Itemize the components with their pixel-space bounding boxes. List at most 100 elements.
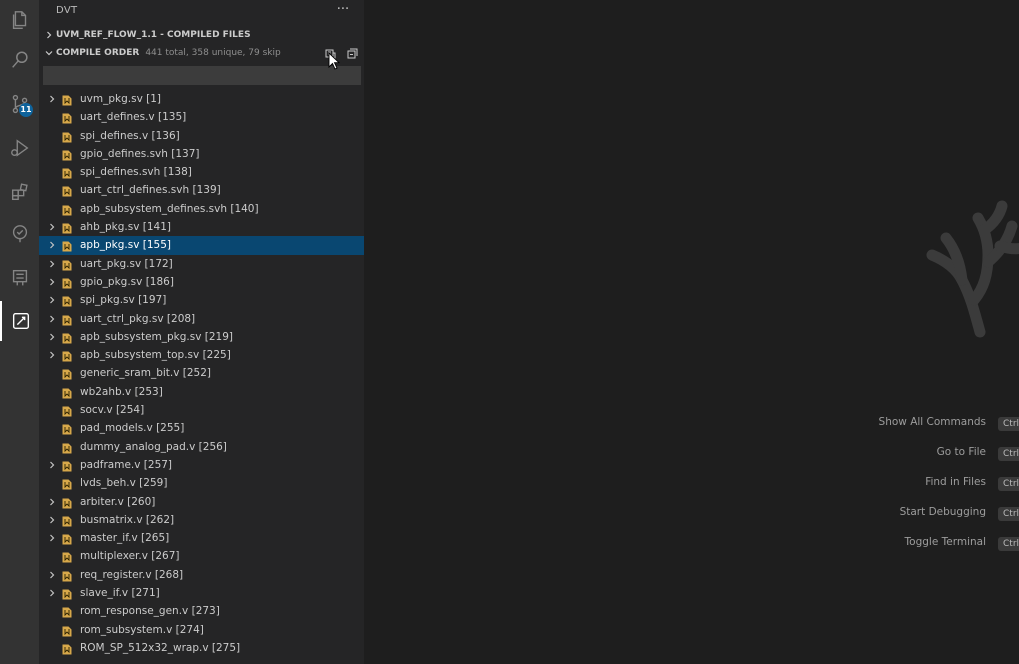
chevron-right-icon[interactable] (47, 584, 57, 602)
file-icon (62, 167, 72, 179)
tree-item[interactable]: generic_sram_bit.v [252] (39, 364, 364, 382)
tree-item[interactable]: gpio_defines.svh [137] (39, 145, 364, 163)
chevron-right-icon[interactable] (47, 255, 57, 273)
chevron-right-icon[interactable] (47, 90, 57, 108)
coral-watermark-icon (926, 200, 1019, 338)
tree-item-label: busmatrix.v [262] (80, 513, 175, 526)
shortcut-key: Ctrl (998, 417, 1019, 431)
tree-item[interactable]: padframe.v [257] (39, 456, 364, 474)
tree-item[interactable]: socv.v [254] (39, 401, 364, 419)
shortcut-label: Start Debugging (899, 506, 986, 518)
tree-item[interactable]: apb_pkg.sv [155] (39, 236, 364, 255)
tree-item-label: req_register.v [268] (80, 568, 184, 581)
tree-item[interactable]: req_register.v [268] (39, 566, 364, 584)
chevron-right-icon[interactable] (47, 236, 57, 254)
sidebar-title: DVT (56, 5, 78, 16)
tree-item[interactable]: pad_models.v [255] (39, 419, 364, 437)
tree-item[interactable]: spi_defines.svh [138] (39, 163, 364, 181)
tree-item[interactable]: uart_defines.v [135] (39, 108, 364, 126)
chevron-right-icon[interactable] (47, 511, 57, 529)
tree-item[interactable]: uart_ctrl_defines.svh [139] (39, 181, 364, 199)
tree-item[interactable]: slave_if.v [271] (39, 584, 364, 602)
tree-item-label: generic_sram_bit.v [252] (80, 367, 212, 380)
tree-item[interactable]: ahb_pkg.sv [141] (39, 218, 364, 236)
file-icon (62, 112, 72, 124)
file-icon (62, 551, 72, 563)
dvt-hierarchy-icon[interactable] (0, 258, 39, 298)
tree-item[interactable]: multiplexer.v [267] (39, 547, 364, 565)
tree-item[interactable]: uart_pkg.sv [172] (39, 255, 364, 273)
tree-item-label: uart_defines.v [135] (80, 111, 187, 124)
tree-item-label: dummy_analog_pad.v [256] (80, 440, 227, 453)
chevron-right-icon[interactable] (47, 566, 57, 584)
tree-item-label: wb2ahb.v [253] (80, 385, 163, 398)
tree-item-label: apb_subsystem_defines.svh [140] (80, 202, 259, 215)
filter-input[interactable] (43, 66, 361, 85)
chevron-right-icon[interactable] (47, 328, 57, 346)
tree-item[interactable]: busmatrix.v [262] (39, 511, 364, 529)
tree-item[interactable]: master_if.v [265] (39, 529, 364, 547)
file-icon (62, 643, 72, 655)
file-icon (62, 185, 72, 197)
tree-item[interactable]: apb_subsystem_pkg.sv [219] (39, 328, 364, 346)
shortcut-key: Ctrl (998, 477, 1019, 491)
compile-order-section-header[interactable]: COMPILE ORDER 441 total, 358 unique, 79 s… (39, 44, 364, 62)
file-icon (62, 259, 72, 271)
tree-item[interactable]: uvm_pkg.sv [1] (39, 90, 364, 108)
tree-item[interactable]: apb_subsystem_defines.svh [140] (39, 200, 364, 218)
chevron-right-icon[interactable] (47, 456, 57, 474)
run-debug-icon[interactable] (0, 128, 39, 168)
tree-item[interactable]: dummy_analog_pad.v [256] (39, 438, 364, 456)
tree-item-label: uvm_pkg.sv [1] (80, 93, 161, 105)
file-icon (62, 240, 72, 252)
file-icon (62, 515, 72, 527)
tree-item[interactable]: ROM_SP_512x32_wrap.v [275] (39, 639, 364, 657)
tree-item[interactable]: uart_ctrl_pkg.sv [208] (39, 310, 364, 328)
tree-item-label: gpio_pkg.sv [186] (80, 275, 174, 288)
dvt-compile-icon[interactable] (0, 301, 39, 341)
chevron-right-icon[interactable] (47, 493, 57, 511)
chevron-right-icon[interactable] (47, 218, 57, 236)
tree-item-label: ahb_pkg.sv [141] (80, 221, 172, 234)
extensions-icon[interactable] (0, 172, 39, 212)
tree-item[interactable]: lvds_beh.v [259] (39, 474, 364, 492)
file-icon (62, 497, 72, 509)
tree-item[interactable]: gpio_pkg.sv [186] (39, 273, 364, 291)
shortcut-label: Show All Commands (878, 416, 986, 428)
file-icon (62, 478, 72, 490)
tree-item[interactable]: spi_pkg.sv [197] (39, 291, 364, 309)
shortcut-label: Go to File (936, 446, 986, 458)
file-icon (62, 606, 72, 618)
more-actions-icon[interactable]: ··· (333, 2, 353, 20)
tree-item-label: slave_if.v [271] (80, 587, 160, 600)
compile-order-tree: uvm_pkg.sv [1] uart_defines.v [135] spi_de… (39, 90, 364, 657)
tree-item[interactable]: rom_subsystem.v [274] (39, 621, 364, 639)
tree-item[interactable]: arbiter.v [260] (39, 493, 364, 511)
shortcut-key: Ctrl (998, 447, 1019, 461)
tree-item-label: apb_subsystem_pkg.sv [219] (80, 330, 234, 343)
tree-item-label: arbiter.v [260] (80, 495, 156, 508)
shortcut-key: Ctrl (998, 537, 1019, 551)
explorer-icon[interactable] (0, 0, 39, 40)
tree-item[interactable]: spi_defines.v [136] (39, 127, 364, 145)
tree-item[interactable]: rom_response_gen.v [273] (39, 602, 364, 620)
testing-icon[interactable] (0, 214, 39, 254)
file-icon (62, 405, 72, 417)
chevron-right-icon[interactable] (47, 310, 57, 328)
tree-item-label: apb_subsystem_top.sv [225] (80, 349, 231, 362)
chevron-right-icon[interactable] (47, 529, 57, 547)
compile-order-stats: 441 total, 358 unique, 79 skip (145, 48, 281, 58)
tree-item[interactable]: wb2ahb.v [253] (39, 383, 364, 401)
source-control-icon[interactable] (0, 84, 39, 124)
tree-item[interactable]: apb_subsystem_top.sv [225] (39, 346, 364, 364)
search-icon[interactable] (0, 40, 39, 80)
tree-item-label: uart_pkg.sv [172] (80, 257, 173, 270)
collapse-all-icon[interactable] (345, 46, 359, 60)
file-icon (62, 460, 72, 472)
chevron-right-icon[interactable] (47, 291, 57, 309)
compiled-files-section-header[interactable]: UVM_REF_FLOW_1.1 - COMPILED FILES (39, 26, 364, 44)
source-control-badge: 11 (19, 103, 33, 117)
chevron-right-icon[interactable] (47, 346, 57, 364)
tree-item-label: rom_response_gen.v [273] (80, 605, 220, 618)
chevron-right-icon[interactable] (47, 273, 57, 291)
